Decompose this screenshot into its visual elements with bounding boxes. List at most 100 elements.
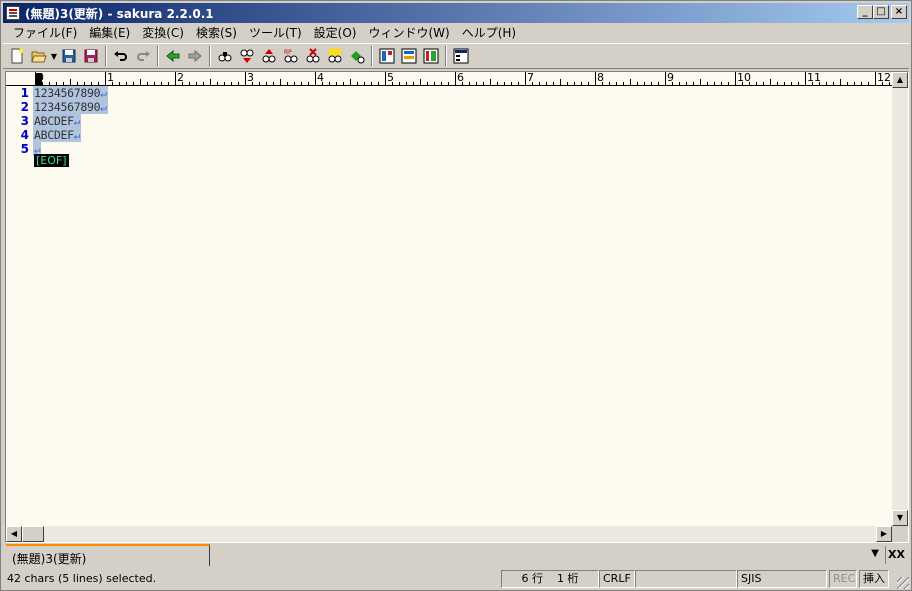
toolbar-separator — [157, 46, 159, 66]
ruler-tick — [651, 82, 652, 85]
ruler-tick — [518, 82, 519, 85]
ruler-tick — [504, 82, 505, 85]
menu-help[interactable]: ヘルプ(H) — [456, 24, 522, 41]
new-file-icon[interactable] — [6, 45, 28, 67]
ruler-tick — [791, 82, 792, 85]
save-all-icon[interactable] — [80, 45, 102, 67]
ruler-tick — [497, 82, 498, 85]
jump-forward-icon[interactable] — [184, 45, 206, 67]
tab-document[interactable]: (無題)3(更新) — [6, 544, 210, 566]
line-number: 4 — [20, 128, 29, 142]
editor-line[interactable]: 1 1234567890↵ — [6, 86, 108, 100]
text-area[interactable]: 1 1234567890↵ 2 1234567890↵ 3 ABCDEF↵ 4 … — [6, 86, 892, 526]
menu-convert[interactable]: 変換(C) — [136, 24, 190, 41]
ruler-tick — [56, 82, 57, 85]
menu-settings[interactable]: 設定(O) — [308, 24, 363, 41]
ruler-tick — [840, 79, 841, 85]
status-encoding[interactable]: SJIS — [737, 570, 827, 588]
editor-line[interactable]: 4 ABCDEF↵ — [6, 128, 82, 142]
menu-edit[interactable]: 編集(E) — [83, 24, 136, 41]
ruler-tick — [833, 82, 834, 85]
ruler-tick — [378, 82, 379, 85]
clear-highlight-icon[interactable] — [302, 45, 324, 67]
ruler-tick — [714, 82, 715, 85]
title-bar[interactable]: (無題)3(更新) - sakura 2.2.0.1 _ □ × — [3, 3, 909, 23]
ruler-tick — [861, 82, 862, 85]
status-eol-type[interactable]: CRLF — [599, 570, 635, 588]
bookmark-icon[interactable] — [324, 45, 346, 67]
ruler-tick — [364, 82, 365, 85]
line-content: 1234567890 — [34, 100, 101, 114]
resize-grip-icon[interactable] — [897, 577, 909, 589]
ruler-tick — [280, 79, 281, 85]
editor-line[interactable]: 3 ABCDEF↵ — [6, 114, 82, 128]
horizontal-scroll-thumb[interactable] — [22, 526, 44, 542]
ruler-tick — [819, 82, 820, 85]
window-list-icon[interactable] — [450, 45, 472, 67]
scroll-down-button[interactable]: ▼ — [892, 510, 908, 526]
ruler[interactable]: 0 1 2 3 4 5 6 7 8 9 10 11 12 — [6, 72, 892, 86]
eol-marker: ↵ — [100, 101, 107, 114]
tab-close-button[interactable]: XX — [885, 546, 907, 564]
status-insert-mode[interactable]: 挿入 — [859, 570, 889, 588]
replace-icon[interactable]: RP — [280, 45, 302, 67]
open-dropdown-icon[interactable]: ▼ — [50, 52, 58, 61]
ruler-tick — [567, 82, 568, 85]
ruler-tick — [854, 82, 855, 85]
ruler-tick — [77, 82, 78, 85]
status-rec[interactable]: REC — [829, 570, 857, 588]
app-window: (無題)3(更新) - sakura 2.2.0.1 _ □ × ファイル(F)… — [0, 0, 912, 591]
ruler-tick — [315, 72, 316, 85]
menu-tools[interactable]: ツール(T) — [243, 24, 308, 41]
ruler-tick — [322, 82, 323, 85]
ruler-tick — [623, 82, 624, 85]
ruler-tick — [721, 82, 722, 85]
ruler-tick — [189, 82, 190, 85]
editor-line[interactable]: 2 1234567890↵ — [6, 100, 108, 114]
save-icon[interactable] — [58, 45, 80, 67]
font-icon[interactable] — [420, 45, 442, 67]
menu-file[interactable]: ファイル(F) — [7, 24, 83, 41]
ruler-tick — [784, 82, 785, 85]
outline-icon[interactable] — [376, 45, 398, 67]
undo-icon[interactable] — [110, 45, 132, 67]
minimize-button[interactable]: _ — [857, 5, 873, 19]
tab-list-dropdown-icon[interactable]: ▼ — [871, 548, 879, 559]
scroll-left-button[interactable]: ◀ — [6, 526, 22, 542]
ruler-tick — [112, 82, 113, 85]
ruler-tick — [343, 82, 344, 85]
menu-search[interactable]: 検索(S) — [190, 24, 243, 41]
redo-icon[interactable] — [132, 45, 154, 67]
search-icon[interactable] — [214, 45, 236, 67]
ruler-tick — [98, 82, 99, 85]
horizontal-scrollbar[interactable]: ◀ ▶ — [6, 526, 892, 542]
ruler-tick — [875, 72, 876, 85]
ruler-tick — [399, 82, 400, 85]
menu-bar: ファイル(F) 編集(E) 変換(C) 検索(S) ツール(T) 設定(O) ウ… — [3, 23, 909, 42]
ruler-tick — [644, 82, 645, 85]
ruler-tick — [707, 82, 708, 85]
app-icon[interactable] — [6, 6, 20, 20]
find-next-icon[interactable] — [258, 45, 280, 67]
open-file-icon[interactable] — [28, 45, 50, 67]
find-prev-icon[interactable] — [236, 45, 258, 67]
vertical-scrollbar[interactable]: ▲ ▼ — [892, 72, 908, 526]
eol-marker: ↵ — [73, 115, 81, 128]
toolbar-separator — [105, 46, 107, 66]
ruler-tick — [259, 82, 260, 85]
ruler-tick — [539, 82, 540, 85]
close-button[interactable]: × — [891, 5, 907, 19]
settings-icon[interactable] — [398, 45, 420, 67]
grep-icon[interactable] — [346, 45, 368, 67]
menu-window[interactable]: ウィンドウ(W) — [362, 24, 455, 41]
scroll-up-button[interactable]: ▲ — [892, 72, 908, 88]
jump-back-icon[interactable] — [162, 45, 184, 67]
maximize-button[interactable]: □ — [873, 5, 889, 19]
ruler-tick — [427, 82, 428, 85]
ruler-tick — [553, 82, 554, 85]
ruler-tick — [245, 72, 246, 85]
ruler-tick — [126, 82, 127, 85]
ruler-tick — [224, 82, 225, 85]
eol-marker: ↵ — [73, 129, 81, 142]
scroll-right-button[interactable]: ▶ — [876, 526, 892, 542]
